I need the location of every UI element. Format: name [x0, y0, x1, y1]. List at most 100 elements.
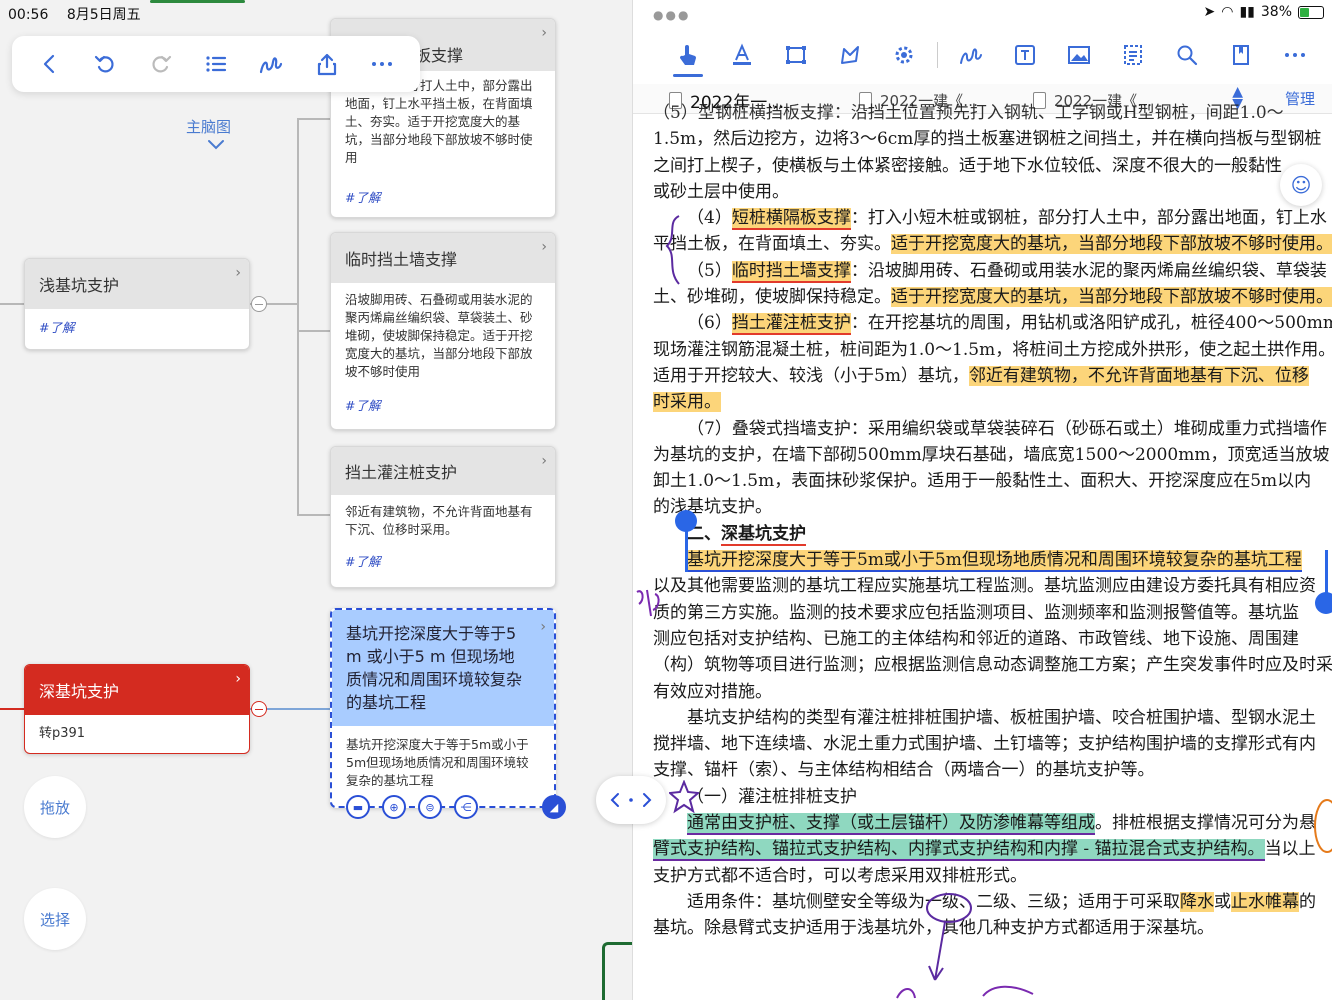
- collapse-toggle[interactable]: [251, 701, 267, 717]
- branch-icon[interactable]: ⋲: [454, 795, 478, 819]
- signal-icon: ▮▮: [1239, 4, 1255, 20]
- main-map-link[interactable]: 主脑图: [186, 116, 231, 137]
- pdf-page[interactable]: （5）型钢桩横挡板支撑：沿挡土位置预先打入钢轨、工字钢或H型钢桩，间距1.0～ …: [653, 103, 1332, 942]
- chevron-right-icon[interactable]: ›: [540, 616, 546, 639]
- text-run: 平挡土板，在背面填土、夯实。: [653, 234, 891, 255]
- split-divider-handle[interactable]: [596, 776, 666, 824]
- chevron-right-icon[interactable]: ›: [541, 239, 547, 255]
- collapse-toggle[interactable]: [251, 296, 267, 312]
- node-body: 基坑开挖深度大于等于5m或小于5m但现场地质情况和周围环境较复杂的基坑工程: [346, 737, 529, 788]
- highlight[interactable]: 降水: [1180, 891, 1214, 912]
- highlight[interactable]: 短桩横隔板支撑: [731, 208, 851, 231]
- text-run: （5）: [687, 260, 732, 281]
- highlight[interactable]: 邻近有建筑物，不允许背面地基有下沉、位移: [968, 365, 1309, 386]
- text-line: 或砂土层中使用。: [653, 181, 789, 202]
- status-bar-right: ➤ ◠ ▮▮ 38%: [1204, 4, 1324, 20]
- select-button[interactable]: 选择: [24, 888, 86, 950]
- text-line: 适用条件：基坑侧壁安全等级为一级、二级、三级；适用于可采取降水或止水帷幕的: [653, 889, 1332, 915]
- redo-icon[interactable]: [143, 46, 179, 82]
- selection-end-bar: [1325, 550, 1328, 596]
- mindmap-pane[interactable]: 00:56 8月5日周五 主脑图 浅基坑支护 › #了解 板支撑 › 或钢桩，部…: [0, 0, 632, 1000]
- highlight[interactable]: 时采用。: [653, 392, 721, 413]
- drag-button[interactable]: 拖放: [24, 776, 86, 838]
- node-note: 转p391: [39, 726, 86, 741]
- more-icon[interactable]: [1268, 37, 1322, 73]
- temp-wall-node[interactable]: 临时挡土墙支撑 › 沿坡脚用砖、石叠砌或用装水泥的聚丙烯扁丝编织袋、草袋装土、砂…: [330, 232, 556, 430]
- highlight[interactable]: 臂式支护结构、锚拉式支护结构、内撑式支护结构和内撑 - 锚拉混合式支护结构。: [653, 839, 1265, 862]
- selected-text[interactable]: 基坑开挖深度大于等于5m或小于5m但现场地质情况和周围环境较复杂的基坑工程: [687, 550, 1302, 573]
- text-line: 基坑。除悬臂式支护适用于浅基坑外，其他几种支护方式都适用于深基坑。: [653, 918, 1214, 939]
- pdf-reader-pane[interactable]: ●●● ➤ ◠ ▮▮ 38% 2022年一… 2022一建《… 2022一建《……: [632, 0, 1332, 1000]
- text-line: （5）临时挡土墙支撑：沿坡脚用砖、石叠砌或用装水泥的聚丙烯扁丝编织袋、草袋装: [653, 258, 1332, 284]
- node-title: 深基坑支护: [39, 682, 120, 701]
- outline-list-icon[interactable]: [198, 46, 234, 82]
- rect-select-icon[interactable]: [769, 37, 823, 73]
- node-title[interactable]: 基坑开挖深度大于等于5 m 或小于5 m 但现场地质情况和周围环境较复杂的基坑工…: [346, 622, 540, 714]
- node-tag[interactable]: #了解: [25, 309, 249, 336]
- text-line: 卸土1.0～1.5m，表面抹砂浆保护。适用于一般黏性土、面积大、开挖深度应在5m…: [653, 471, 1312, 492]
- mindmap-toolbar: [12, 36, 420, 92]
- resize-handle-icon[interactable]: ◢: [542, 795, 566, 819]
- settings-gear-icon[interactable]: [877, 37, 931, 73]
- share-icon[interactable]: [309, 46, 345, 82]
- ink-annotation: [665, 215, 680, 285]
- ink-annotation: [1314, 799, 1332, 853]
- undo-icon[interactable]: [87, 46, 123, 82]
- slide-over-edge: [602, 942, 632, 1000]
- text-line: 基坑开挖深度大于等于5m或小于5m但现场地质情况和周围环境较复杂的基坑工程: [653, 547, 1332, 573]
- hand-icon[interactable]: [661, 37, 715, 77]
- bookmark-icon[interactable]: [1214, 37, 1268, 73]
- back-icon[interactable]: [32, 46, 68, 82]
- add-sibling-icon[interactable]: ⊜: [418, 795, 442, 819]
- text-run: 。排桩根据支撑情况可分为悬: [1095, 813, 1316, 834]
- chevron-down-icon[interactable]: [206, 138, 226, 152]
- node-tag[interactable]: #了解: [331, 389, 555, 414]
- multitask-dots-icon[interactable]: ●●●: [653, 8, 690, 22]
- highlight[interactable]: 临时挡土墙支撑: [731, 260, 851, 283]
- text-run: 的: [1299, 891, 1316, 912]
- shallow-pit-node[interactable]: 浅基坑支护 › #了解: [24, 258, 250, 350]
- deep-pit-node[interactable]: 深基坑支护 › 转p391: [24, 664, 250, 754]
- highlight[interactable]: 止水帷幕: [1231, 891, 1299, 912]
- node-title: 板支撑: [415, 46, 464, 65]
- outline-icon[interactable]: [1106, 37, 1160, 73]
- node-tag[interactable]: #了解: [331, 175, 555, 206]
- chevron-right-icon[interactable]: ›: [235, 265, 241, 281]
- selected-node[interactable]: 基坑开挖深度大于等于5 m 或小于5 m 但现场地质情况和周围环境较复杂的基坑工…: [330, 608, 556, 808]
- emoji-icon[interactable]: ☺: [1280, 164, 1322, 206]
- highlight[interactable]: 通常由支护桩、支撑（或土层锚杆）及防渗帷幕等组成: [687, 813, 1095, 836]
- highlight[interactable]: 适于开挖宽度大的基坑，当部分地段下部放坡不够时使用。: [891, 234, 1332, 255]
- node-tag[interactable]: #了解: [331, 547, 555, 570]
- drag-arrows-icon: [610, 793, 652, 807]
- highlight[interactable]: 挡土灌注桩支护: [731, 313, 851, 336]
- highlight[interactable]: 适于开挖宽度大的基坑，当部分地段下部放坡不够时使用。: [891, 287, 1332, 308]
- node-header: 深基坑支护 ›: [25, 665, 249, 715]
- selection-start-bar: [685, 526, 688, 572]
- text-line: 质的第三方实施。监测的技术要求应包括监测项目、监测频率和监测报警值等。基坑监: [653, 602, 1299, 623]
- status-date: 8月5日周五: [66, 7, 141, 23]
- more-icon[interactable]: [364, 46, 400, 82]
- text-highlight-icon[interactable]: [715, 37, 769, 73]
- selection-end-handle[interactable]: [1315, 592, 1332, 614]
- search-icon[interactable]: [1160, 37, 1214, 73]
- chevron-right-icon[interactable]: ›: [541, 453, 547, 469]
- add-child-icon[interactable]: ⊕: [382, 795, 406, 819]
- text-box-icon[interactable]: [998, 37, 1052, 73]
- pen-icon[interactable]: [253, 46, 289, 82]
- connector: [297, 514, 331, 516]
- ink-annotation: [636, 589, 660, 617]
- connector: [0, 708, 24, 710]
- text-line: 臂式支护结构、锚拉式支护结构、内撑式支护结构和内撑 - 锚拉混合式支护结构。当以…: [653, 836, 1332, 862]
- image-icon[interactable]: [1052, 37, 1106, 73]
- comment-icon[interactable]: ▬: [346, 795, 370, 819]
- text-line: （4）短桩横隔板支撑：打入小短木桩或钢桩，部分打人土中，部分露出地面，钉上水: [653, 205, 1332, 231]
- pdf-toolbar: [661, 36, 1331, 77]
- toolbar-divider: [937, 42, 938, 68]
- chevron-right-icon[interactable]: ›: [235, 671, 241, 687]
- text-run: ：打入小短木桩或钢桩，部分打人土中，部分露出地面，钉上水: [850, 208, 1327, 229]
- chevron-right-icon[interactable]: ›: [541, 25, 547, 41]
- text-line: 适用于开挖较大、较浅（小于5m）基坑，邻近有建筑物，不允许背面地基有下沉、位移: [653, 363, 1332, 389]
- pen-icon[interactable]: [944, 37, 998, 73]
- lasso-icon[interactable]: [823, 37, 877, 73]
- retaining-pile-node[interactable]: 挡土灌注桩支护 › 邻近有建筑物，不允许背面地基有下沉、位移时采用。 #了解: [330, 446, 556, 588]
